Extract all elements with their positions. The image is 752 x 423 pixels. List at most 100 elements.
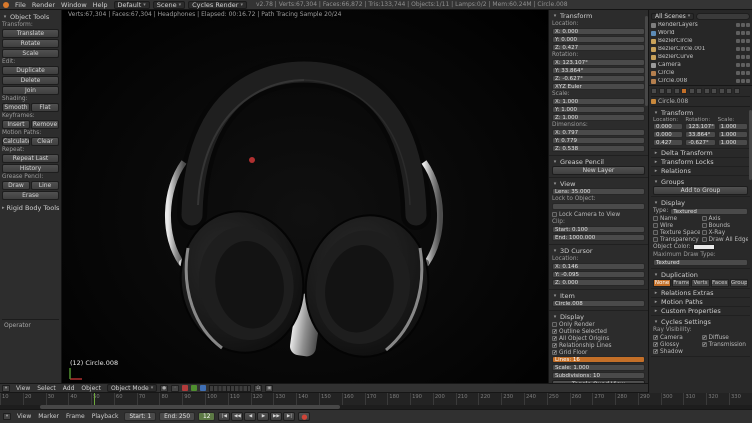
duplication-option[interactable]: Faces bbox=[711, 279, 729, 287]
dimension-field[interactable]: Z: 0.538 bbox=[552, 145, 645, 152]
collapsed-panel-header[interactable]: ▸Delta Transform bbox=[651, 149, 750, 158]
scale-manipulator-icon[interactable] bbox=[200, 385, 206, 391]
collapsed-panel-header[interactable]: ▸Relations bbox=[651, 167, 750, 176]
rotate-manipulator-icon[interactable] bbox=[191, 385, 197, 391]
selectable-arrow-icon[interactable] bbox=[741, 39, 745, 43]
display-option-row[interactable]: Texture Space bbox=[653, 229, 700, 236]
display-panel-header[interactable]: ▾Display bbox=[552, 312, 645, 321]
clip-end-field[interactable]: End: 1000.000 bbox=[552, 234, 645, 241]
tool-button[interactable]: Smooth bbox=[2, 103, 30, 112]
outliner-item[interactable]: BezierCurve bbox=[651, 53, 750, 61]
collapsed-panel-header[interactable]: ▸Relations Extras bbox=[651, 289, 750, 298]
display-check-row[interactable]: Relationship Lines bbox=[552, 342, 645, 349]
ray-visibility-row[interactable]: Transmission bbox=[702, 341, 749, 348]
transform-value-field[interactable]: 1.000 bbox=[718, 131, 748, 138]
display-option-row[interactable]: Axis bbox=[702, 215, 749, 222]
grid-subdivisions-field[interactable]: Subdivisions: 10 bbox=[552, 372, 645, 379]
renderable-camera-icon[interactable] bbox=[746, 71, 750, 75]
renderable-camera-icon[interactable] bbox=[746, 63, 750, 67]
clip-start-field[interactable]: Start: 0.100 bbox=[552, 226, 645, 233]
render-opengl-icon[interactable]: ▣ bbox=[265, 385, 273, 392]
current-frame-field[interactable]: 12 bbox=[198, 412, 215, 421]
visibility-eye-icon[interactable] bbox=[736, 71, 740, 75]
tool-button[interactable]: Draw bbox=[2, 181, 30, 190]
playback-button[interactable]: ◀ bbox=[244, 412, 256, 421]
duplication-option[interactable]: Group bbox=[730, 279, 748, 287]
display-check-row[interactable]: Grid Floor bbox=[552, 349, 645, 356]
visibility-eye-icon[interactable] bbox=[736, 47, 740, 51]
outliner-mode-select[interactable]: All Scenes▾ bbox=[651, 13, 694, 20]
lock-camera-checkbox[interactable] bbox=[552, 212, 557, 217]
renderable-camera-icon[interactable] bbox=[746, 39, 750, 43]
checkbox[interactable] bbox=[702, 237, 707, 242]
tool-button[interactable]: Delete bbox=[2, 76, 59, 85]
menu-item[interactable]: Render bbox=[29, 1, 58, 9]
snap-magnet-icon[interactable]: Ω bbox=[254, 385, 262, 392]
properties-tab-icon[interactable] bbox=[734, 88, 740, 94]
checkbox[interactable] bbox=[552, 350, 557, 355]
renderable-camera-icon[interactable] bbox=[746, 23, 750, 27]
properties-tab-icon[interactable] bbox=[651, 88, 657, 94]
tool-button[interactable]: Duplicate bbox=[2, 66, 59, 75]
groups-panel-header[interactable]: ▾Groups bbox=[653, 177, 748, 186]
outliner-item[interactable]: Circle bbox=[651, 69, 750, 77]
outliner-item[interactable]: Circle.008 bbox=[651, 77, 750, 85]
scale-field[interactable]: Z: 1.000 bbox=[552, 114, 645, 121]
visibility-eye-icon[interactable] bbox=[736, 31, 740, 35]
blender-logo-icon[interactable] bbox=[3, 2, 9, 8]
cursor-field[interactable]: X: 0.146 bbox=[552, 263, 645, 270]
ray-visibility-row[interactable]: Glossy bbox=[653, 341, 700, 348]
checkbox[interactable] bbox=[552, 322, 557, 327]
properties-tab-icon[interactable] bbox=[666, 88, 672, 94]
transform-value-field[interactable]: 33.864° bbox=[685, 131, 715, 138]
ray-visibility-row[interactable]: Shadow bbox=[653, 348, 700, 355]
tool-button[interactable]: Remove bbox=[31, 120, 59, 129]
checkbox[interactable] bbox=[702, 223, 707, 228]
playback-button[interactable]: |◀ bbox=[218, 412, 230, 421]
collapsed-panel-header[interactable]: ▸Transform Locks bbox=[651, 158, 750, 167]
playback-button[interactable]: ▶| bbox=[283, 412, 295, 421]
tool-button[interactable]: Line bbox=[31, 181, 59, 190]
tool-button[interactable]: Erase bbox=[2, 191, 59, 200]
checkbox[interactable] bbox=[552, 329, 557, 334]
properties-tab-icon[interactable] bbox=[726, 88, 732, 94]
renderable-camera-icon[interactable] bbox=[746, 47, 750, 51]
duplication-option[interactable]: None bbox=[653, 279, 671, 287]
layers-widget[interactable] bbox=[209, 385, 251, 392]
renderable-camera-icon[interactable] bbox=[746, 55, 750, 59]
cycles-settings-header[interactable]: ▾Cycles Settings bbox=[653, 317, 748, 326]
properties-tab-icon[interactable] bbox=[659, 88, 665, 94]
render-engine-select[interactable]: Cycles Render▾ bbox=[188, 1, 247, 9]
tool-button[interactable]: Join bbox=[2, 86, 59, 95]
checkbox[interactable] bbox=[702, 216, 707, 221]
properties-tab-icon[interactable] bbox=[696, 88, 702, 94]
renderable-camera-icon[interactable] bbox=[746, 79, 750, 83]
outliner-item[interactable]: Camera bbox=[651, 61, 750, 69]
collapsed-panel-header[interactable]: ▸Motion Paths bbox=[651, 298, 750, 307]
outliner-item[interactable]: RenderLayers bbox=[651, 21, 750, 29]
dimension-field[interactable]: X: 0.797 bbox=[552, 129, 645, 136]
display-option-row[interactable]: Transparency bbox=[653, 236, 700, 243]
ray-visibility-row[interactable]: Camera bbox=[653, 334, 700, 341]
maxdraw-select[interactable]: Textured bbox=[653, 259, 748, 266]
location-field[interactable]: X: 0.000 bbox=[552, 28, 645, 35]
frame-start-field[interactable]: Start: 1 bbox=[124, 412, 156, 421]
viewport-3d[interactable]: Verts:67,304 | Faces:67,304 | Headphones… bbox=[62, 10, 548, 383]
display-check-row[interactable]: Only Render bbox=[552, 321, 645, 328]
visibility-eye-icon[interactable] bbox=[736, 23, 740, 27]
visibility-eye-icon[interactable] bbox=[736, 55, 740, 59]
selectable-arrow-icon[interactable] bbox=[741, 31, 745, 35]
duplication-option[interactable]: Verts bbox=[691, 279, 709, 287]
rotation-mode-select[interactable]: XYZ Euler bbox=[552, 83, 645, 90]
menu-item[interactable]: File bbox=[12, 1, 29, 9]
transform-value-field[interactable]: 1.000 bbox=[718, 123, 748, 130]
lock-to-object-select[interactable] bbox=[552, 203, 645, 210]
timeline-menu-item[interactable]: Frame bbox=[63, 413, 88, 420]
outliner-item[interactable]: BezierCircle.001 bbox=[651, 45, 750, 53]
display-option-row[interactable]: X-Ray bbox=[702, 229, 749, 236]
scene-select[interactable]: Scene▾ bbox=[153, 1, 185, 9]
draw-type-select[interactable]: Textured bbox=[670, 208, 748, 215]
checkbox[interactable] bbox=[653, 216, 658, 221]
tool-button[interactable]: Repeat Last bbox=[2, 154, 59, 163]
properties-tab-icon[interactable] bbox=[681, 88, 687, 94]
